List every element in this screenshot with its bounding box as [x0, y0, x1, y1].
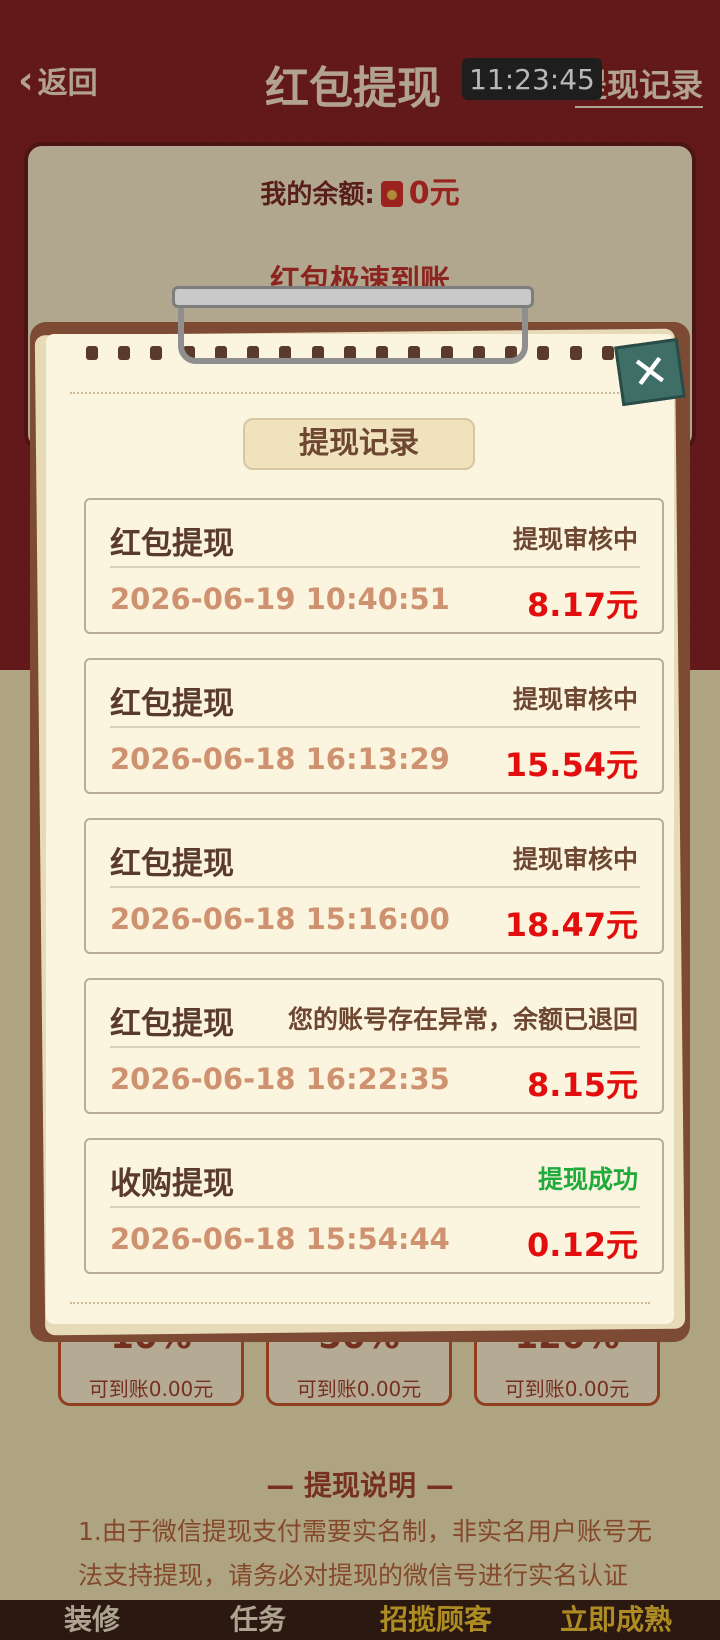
record-divider	[110, 726, 640, 728]
record-divider	[110, 886, 640, 888]
record-divider	[110, 1206, 640, 1208]
record-date: 2026-06-18 16:22:35	[110, 1062, 450, 1096]
record-type: 红包提现	[110, 1006, 234, 1042]
record-status: 提现审核中	[512, 845, 638, 874]
record-amount: 15.54元	[504, 746, 638, 784]
record-type: 红包提现	[110, 526, 234, 562]
record-item: 红包提现 您的账号存在异常，余额已退回 2026-06-18 16:22:35 …	[84, 978, 664, 1114]
top-dotted-rule	[70, 392, 650, 394]
record-item: 红包提现 提现审核中 2026-06-18 15:16:00 18.47元	[84, 818, 664, 954]
record-amount: 0.12元	[527, 1226, 638, 1264]
record-type: 收购提现	[110, 1166, 234, 1202]
bottom-dotted-rule	[70, 1302, 650, 1304]
record-divider	[110, 566, 640, 568]
record-amount: 18.47元	[504, 906, 638, 944]
record-item: 红包提现 提现审核中 2026-06-18 16:13:29 15.54元	[84, 658, 664, 794]
record-date: 2026-06-18 15:16:00	[110, 902, 450, 936]
record-date: 2026-06-18 15:54:44	[110, 1222, 450, 1256]
close-button[interactable]: ✕	[614, 337, 686, 407]
record-date: 2026-06-18 16:13:29	[110, 742, 450, 776]
record-amount: 8.17元	[527, 586, 638, 624]
record-item: 收购提现 提现成功 2026-06-18 15:54:44 0.12元	[84, 1138, 664, 1274]
clipboard-clip-bar	[172, 286, 534, 308]
record-type: 红包提现	[110, 686, 234, 722]
withdraw-records-modal: ✕ 提现记录 红包提现 提现审核中 2026-06-19 10:40:51 8.…	[30, 286, 690, 1342]
record-divider	[110, 1046, 640, 1048]
modal-title: 提现记录	[243, 418, 475, 470]
record-amount: 8.15元	[527, 1066, 638, 1104]
record-status: 提现审核中	[512, 685, 638, 714]
record-type: 红包提现	[110, 846, 234, 882]
record-date: 2026-06-19 10:40:51	[110, 582, 450, 616]
close-icon: ✕	[628, 344, 672, 400]
record-status: 您的账号存在异常，余额已退回	[287, 1005, 638, 1034]
record-status: 提现审核中	[512, 525, 638, 554]
record-item: 红包提现 提现审核中 2026-06-19 10:40:51 8.17元	[84, 498, 664, 634]
record-status: 提现成功	[537, 1165, 638, 1194]
